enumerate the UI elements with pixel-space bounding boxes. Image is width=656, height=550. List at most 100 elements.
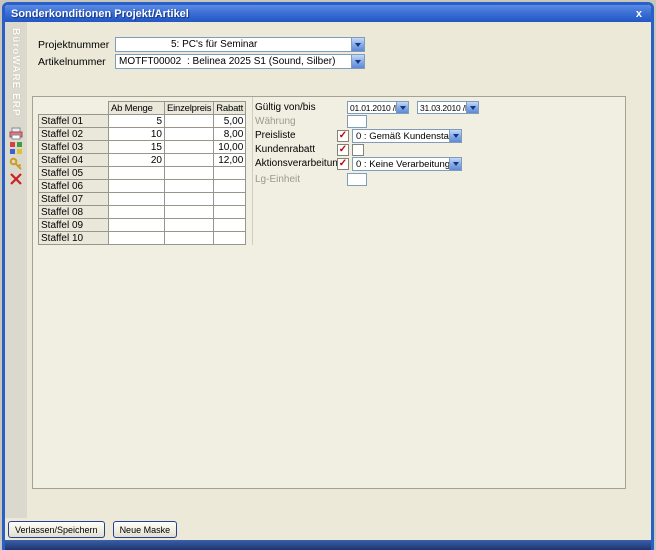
artikelnummer-code: MOTFT00002 xyxy=(119,56,187,67)
ab-menge-cell[interactable] xyxy=(109,219,165,232)
rabatt-cell[interactable] xyxy=(214,232,246,245)
close-icon[interactable]: x xyxy=(633,8,645,20)
staffel-label: Staffel 06 xyxy=(39,180,109,193)
rabatt-header: Rabatt xyxy=(214,102,246,115)
staffel-table: Ab Menge Einzelpreis Rabatt Staffel 015 5… xyxy=(38,101,246,245)
window-bottom-bar xyxy=(5,540,651,550)
table-header-row: Ab Menge Einzelpreis Rabatt xyxy=(39,102,246,115)
new-mask-button[interactable]: Neue Maske xyxy=(113,521,178,538)
sidebar: BüroWARE ERP xyxy=(5,22,27,518)
chevron-down-icon[interactable] xyxy=(351,55,364,68)
table-row: Staffel 0315 10,00 xyxy=(39,141,246,154)
projektnummer-value: 5: PC's für Seminar xyxy=(116,39,351,50)
preisliste-value: 0 : Gemäß Kundenstamm xyxy=(353,131,449,142)
chevron-down-icon[interactable] xyxy=(396,102,408,113)
save-exit-button[interactable]: Verlassen/Speichern xyxy=(8,521,105,538)
corner-header xyxy=(39,102,109,115)
artikelnummer-select[interactable]: MOTFT00002: Belinea 2025 S1 (Sound, Silb… xyxy=(115,54,365,69)
einzelpreis-cell[interactable] xyxy=(165,115,214,128)
projektnummer-label: Projektnummer xyxy=(38,39,109,51)
rabatt-cell[interactable] xyxy=(214,206,246,219)
footer: Verlassen/Speichern Neue Maske xyxy=(8,521,177,538)
gueltig-von-field[interactable]: 01.01.2010 /Fr xyxy=(347,101,409,114)
rabatt-cell[interactable] xyxy=(214,219,246,232)
table-row: Staffel 02108,00 xyxy=(39,128,246,141)
einzelpreis-cell[interactable] xyxy=(165,193,214,206)
einzelpreis-cell[interactable] xyxy=(165,180,214,193)
artikelnummer-desc: : Belinea 2025 S1 (Sound, Silber) xyxy=(187,56,335,67)
gueltig-von-value: 01.01.2010 /Fr xyxy=(348,103,396,113)
staffel-label: Staffel 01 xyxy=(39,115,109,128)
ab-menge-cell[interactable]: 15 xyxy=(109,141,165,154)
chevron-down-icon[interactable] xyxy=(449,158,461,170)
waehrung-input[interactable] xyxy=(347,115,367,128)
window-title: Sonderkonditionen Projekt/Artikel xyxy=(11,8,633,20)
einzelpreis-cell[interactable] xyxy=(165,232,214,245)
einzelpreis-cell[interactable] xyxy=(165,206,214,219)
staffel-label: Staffel 10 xyxy=(39,232,109,245)
preisliste-label: Preisliste xyxy=(255,130,296,141)
einzelpreis-header: Einzelpreis xyxy=(165,102,214,115)
palette-icon[interactable] xyxy=(9,141,23,155)
gueltig-bis-field[interactable]: 31.03.2010 /Mi xyxy=(417,101,479,114)
ab-menge-cell[interactable] xyxy=(109,167,165,180)
table-row: Staffel 06 xyxy=(39,180,246,193)
titlebar[interactable]: Sonderkonditionen Projekt/Artikel x xyxy=(5,5,651,22)
table-row: Staffel 09 xyxy=(39,219,246,232)
rabatt-cell[interactable]: 8,00 xyxy=(214,128,246,141)
einzelpreis-cell[interactable] xyxy=(165,128,214,141)
aktion-label: Aktionsverarbeitung xyxy=(255,158,343,169)
table-row: Staffel 07 xyxy=(39,193,246,206)
rabatt-cell[interactable] xyxy=(214,193,246,206)
aktion-select[interactable]: 0 : Keine Verarbeitung xyxy=(352,157,462,171)
rabatt-cell[interactable]: 5,00 xyxy=(214,115,246,128)
key-icon[interactable] xyxy=(9,157,23,171)
lg-einheit-input[interactable] xyxy=(347,173,367,186)
chevron-down-icon[interactable] xyxy=(351,38,364,51)
preisliste-select[interactable]: 0 : Gemäß Kundenstamm xyxy=(352,129,462,143)
lg-einheit-label: Lg-Einheit xyxy=(255,174,300,185)
aktion-checked-icon[interactable]: ✓ xyxy=(337,158,349,170)
rabatt-cell[interactable] xyxy=(214,180,246,193)
table-row: Staffel 0420 12,00 xyxy=(39,154,246,167)
ab-menge-header: Ab Menge xyxy=(109,102,165,115)
chevron-down-icon[interactable] xyxy=(449,130,461,142)
table-row: Staffel 10 xyxy=(39,232,246,245)
preisliste-checked-icon[interactable]: ✓ xyxy=(337,130,349,142)
einzelpreis-cell[interactable] xyxy=(165,154,214,167)
cut-icon[interactable] xyxy=(9,172,23,186)
einzelpreis-cell[interactable] xyxy=(165,141,214,154)
ab-menge-cell[interactable]: 20 xyxy=(109,154,165,167)
ab-menge-cell[interactable] xyxy=(109,232,165,245)
ab-menge-cell[interactable]: 10 xyxy=(109,128,165,141)
rabatt-cell[interactable]: 10,00 xyxy=(214,141,246,154)
brand-logo: BüroWARE ERP xyxy=(10,28,21,117)
artikelnummer-label: Artikelnummer xyxy=(38,56,106,68)
staffel-label: Staffel 04 xyxy=(39,154,109,167)
chevron-down-icon[interactable] xyxy=(466,102,478,113)
staffel-label: Staffel 07 xyxy=(39,193,109,206)
kundenrabatt-checkbox[interactable] xyxy=(352,144,364,156)
projektnummer-select[interactable]: 5: PC's für Seminar xyxy=(115,37,365,52)
staffel-label: Staffel 03 xyxy=(39,141,109,154)
ab-menge-cell[interactable]: 5 xyxy=(109,115,165,128)
aktion-value: 0 : Keine Verarbeitung xyxy=(353,159,449,170)
rabatt-cell[interactable] xyxy=(214,167,246,180)
einzelpreis-cell[interactable] xyxy=(165,219,214,232)
table-row: Staffel 05 xyxy=(39,167,246,180)
form-panel: Ab Menge Einzelpreis Rabatt Staffel 015 5… xyxy=(32,96,626,489)
gueltig-bis-value: 31.03.2010 /Mi xyxy=(418,103,466,113)
table-row: Staffel 015 5,00 xyxy=(39,115,246,128)
ab-menge-cell[interactable] xyxy=(109,193,165,206)
printer-icon[interactable] xyxy=(9,127,23,141)
gueltig-label: Gültig von/bis xyxy=(255,102,316,113)
kundenrabatt-label: Kundenrabatt xyxy=(255,144,315,155)
einzelpreis-cell[interactable] xyxy=(165,167,214,180)
staffel-label: Staffel 05 xyxy=(39,167,109,180)
waehrung-label: Währung xyxy=(255,116,296,127)
rabatt-cell[interactable]: 12,00 xyxy=(214,154,246,167)
staffel-label: Staffel 08 xyxy=(39,206,109,219)
kundenrabatt-checked-icon[interactable]: ✓ xyxy=(337,144,349,156)
ab-menge-cell[interactable] xyxy=(109,206,165,219)
ab-menge-cell[interactable] xyxy=(109,180,165,193)
